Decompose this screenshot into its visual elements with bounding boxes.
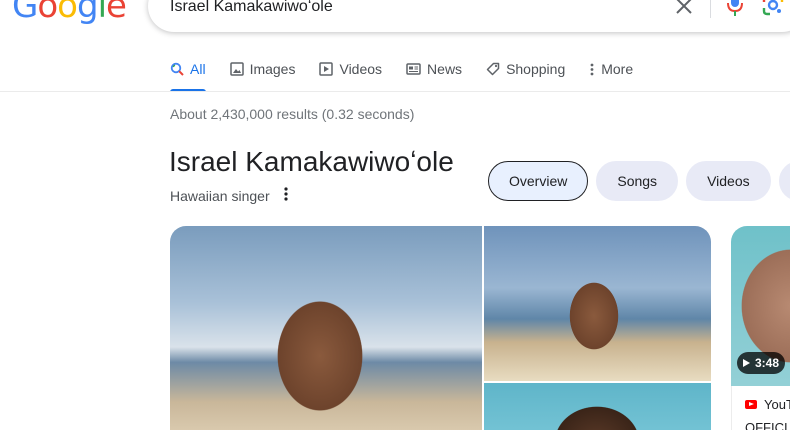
search-input[interactable]: Israel Kamakawiwoʻole <box>170 0 333 16</box>
tab-more[interactable]: More <box>589 58 633 92</box>
search-tabs: All Images Videos News Shopping More <box>170 58 657 92</box>
tab-videos[interactable]: Videos <box>319 58 382 92</box>
tab-images[interactable]: Images <box>229 58 296 92</box>
tab-label: News <box>427 61 463 77</box>
tabs-divider <box>0 91 790 92</box>
chip-songs[interactable]: Songs <box>596 161 679 201</box>
logo-letter: g <box>76 0 99 26</box>
google-logo[interactable]: Google <box>12 0 127 26</box>
entity-chips: Overview Songs Videos <box>488 161 790 201</box>
video-source: YouT <box>764 397 790 412</box>
tab-label: Shopping <box>506 61 566 77</box>
video-duration: 3:48 <box>755 356 780 370</box>
video-icon <box>319 62 334 76</box>
entity-title: Israel Kamakawiwoʻole <box>169 146 454 177</box>
chip-more[interactable] <box>778 161 790 201</box>
entity-subtitle: Hawaiian singer <box>170 188 270 204</box>
search-icon <box>170 62 184 76</box>
entity-image-tertiary[interactable] <box>484 383 711 430</box>
more-options-icon[interactable] <box>282 186 290 202</box>
search-box[interactable]: Israel Kamakawiwoʻole <box>148 0 790 32</box>
result-stats: About 2,430,000 results (0.32 seconds) <box>170 106 415 122</box>
video-duration-badge: 3:48 <box>737 352 786 374</box>
youtube-icon <box>745 400 757 409</box>
play-icon <box>743 359 750 367</box>
close-icon[interactable] <box>674 0 694 16</box>
news-icon <box>406 63 421 75</box>
chip-overview[interactable]: Overview <box>488 161 589 201</box>
tab-news[interactable]: News <box>406 58 462 92</box>
tab-label: More <box>601 61 634 77</box>
video-title[interactable]: OFFICI <box>745 420 788 430</box>
logo-letter: G <box>12 0 38 26</box>
tag-icon <box>486 62 500 76</box>
entity-image-secondary[interactable] <box>484 226 711 381</box>
tab-label: Videos <box>339 61 383 77</box>
logo-letter: l <box>97 0 108 26</box>
tab-all[interactable]: All <box>170 58 206 92</box>
search-divider <box>710 0 711 18</box>
google-lens-icon[interactable] <box>762 0 784 16</box>
entity-image-main[interactable] <box>170 226 482 430</box>
tab-label: All <box>190 61 206 77</box>
tab-shopping[interactable]: Shopping <box>486 58 565 92</box>
chip-videos[interactable]: Videos <box>686 161 771 201</box>
more-vert-icon <box>590 63 594 76</box>
logo-letter: o <box>57 0 78 26</box>
logo-letter: o <box>37 0 58 26</box>
tab-label: Images <box>249 61 296 77</box>
microphone-icon[interactable] <box>726 0 744 18</box>
image-icon <box>229 62 244 76</box>
logo-letter: e <box>106 0 127 26</box>
